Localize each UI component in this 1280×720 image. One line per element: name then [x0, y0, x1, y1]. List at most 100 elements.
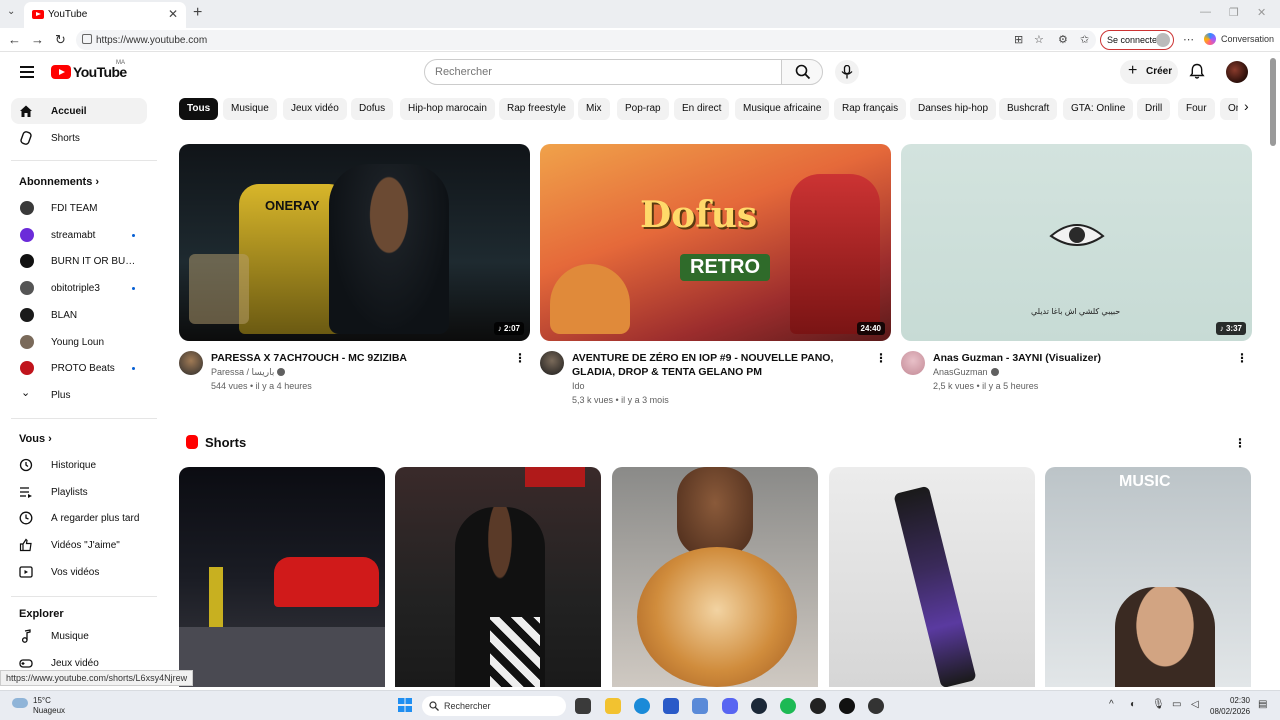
tray-overflow-icon[interactable]: ^	[1109, 699, 1114, 710]
back-icon[interactable]: ←	[8, 32, 21, 47]
sidebar-item-playlists[interactable]: Playlists	[11, 479, 147, 505]
extensions-icon[interactable]: ⚙	[1058, 33, 1068, 46]
windows-start-icon[interactable]	[398, 698, 412, 712]
minimize-icon[interactable]: —	[1200, 6, 1211, 18]
sidebar-item-musique[interactable]: Musique	[11, 623, 147, 649]
task-view-icon[interactable]	[575, 698, 591, 714]
browser-tab-youtube[interactable]: YouTube ✕	[24, 2, 186, 28]
spotify-icon[interactable]	[780, 698, 796, 714]
close-tab-icon[interactable]: ✕	[168, 7, 178, 21]
app-icon[interactable]	[810, 698, 826, 714]
scrollbar-thumb[interactable]	[1270, 58, 1276, 146]
favorites-icon[interactable]: ✩	[1080, 33, 1089, 46]
filter-chip[interactable]: Drill	[1137, 98, 1171, 120]
filter-chip[interactable]: Rap français	[834, 98, 907, 120]
video-thumbnail[interactable]: ONERAY ♪ 2:07	[179, 144, 530, 341]
short-thumbnail[interactable]	[179, 467, 385, 687]
sidebar-subscription-item[interactable]: Young Loun	[11, 329, 147, 355]
search-box[interactable]	[424, 59, 782, 85]
edge-icon[interactable]	[634, 698, 650, 714]
forward-icon[interactable]: →	[31, 32, 44, 47]
sidebar-item-accueil[interactable]: Accueil	[11, 98, 147, 124]
store-icon[interactable]	[663, 698, 679, 714]
close-window-icon[interactable]: ✕	[1257, 6, 1266, 19]
short-thumbnail[interactable]	[395, 467, 601, 687]
taskbar-search[interactable]: Rechercher	[422, 696, 566, 716]
video-menu-icon[interactable]: ⋮	[1236, 351, 1248, 365]
sidebar-subscription-item[interactable]: PROTO Beats	[11, 355, 147, 381]
filter-chip[interactable]: Musique africaine	[735, 98, 830, 120]
app-icon[interactable]	[692, 698, 708, 714]
sidebar-item-vid-os-j-aime[interactable]: Vidéos "J'aime"	[11, 532, 147, 558]
microphone-tray-icon[interactable]: 🎙	[1152, 699, 1165, 710]
filter-chip[interactable]: GTA: Online	[1063, 98, 1134, 120]
video-title[interactable]: Anas Guzman - 3AYNI (Visualizer)	[933, 351, 1233, 365]
chips-next-arrow-icon[interactable]: ›	[1238, 98, 1262, 120]
short-thumbnail[interactable]	[612, 467, 818, 687]
video-menu-icon[interactable]: ⋮	[875, 351, 887, 365]
discord-icon[interactable]	[722, 698, 738, 714]
video-menu-icon[interactable]: ⋮	[514, 351, 526, 365]
filter-chip[interactable]: Bushcraft	[999, 98, 1058, 120]
copilot-conversation-button[interactable]: Conversation	[1204, 33, 1274, 45]
menu-hamburger-icon[interactable]	[20, 66, 34, 81]
video-thumbnail[interactable]: حبيبي كلشي اش باغا تديلي ♪ 3:37	[901, 144, 1252, 341]
reload-icon[interactable]: ↻	[55, 32, 66, 48]
channel-name[interactable]: Ido	[572, 381, 585, 391]
filter-chip[interactable]: Hip-hop marocain	[400, 98, 495, 120]
filter-chip[interactable]: Rap freestyle	[499, 98, 574, 120]
video-title[interactable]: AVENTURE DE ZÉRO EN IOP #9 - NOUVELLE PA…	[572, 351, 872, 379]
filter-chip[interactable]: En direct	[674, 98, 730, 120]
sidebar-subscription-item[interactable]: BLAN	[11, 302, 147, 328]
sidebar-item-historique[interactable]: Historique	[11, 452, 147, 478]
app-available-icon[interactable]: ⊞	[1014, 33, 1023, 46]
site-info-icon[interactable]	[82, 34, 92, 44]
steam-icon[interactable]	[751, 698, 767, 714]
voice-search-button[interactable]	[835, 60, 859, 84]
filter-chip[interactable]: Dofus	[351, 98, 394, 120]
notifications-button[interactable]	[1189, 63, 1205, 85]
channel-name[interactable]: AnasGuzman	[933, 367, 999, 377]
sidebar-item-shorts[interactable]: Shorts	[11, 125, 147, 151]
shorts-menu-icon[interactable]: ⋮	[1234, 436, 1246, 450]
channel-avatar[interactable]	[179, 351, 203, 375]
maximize-icon[interactable]: ❐	[1229, 6, 1239, 19]
video-thumbnail[interactable]: Dofus RETRO 24:40	[540, 144, 891, 341]
filter-chip[interactable]: Danses hip-hop	[910, 98, 997, 120]
more-menu-icon[interactable]: ⋯	[1183, 33, 1194, 46]
short-thumbnail[interactable]: MUSIC	[1045, 467, 1251, 687]
filter-chip[interactable]: Tous	[179, 98, 219, 120]
search-input[interactable]	[435, 66, 765, 78]
account-avatar[interactable]	[1226, 61, 1248, 83]
page-scrollbar[interactable]	[1268, 52, 1280, 690]
sidebar-subscription-item[interactable]: streamabt	[11, 222, 147, 248]
search-button[interactable]	[781, 59, 823, 85]
clock[interactable]: 02:30 08/02/2026	[1210, 695, 1250, 717]
url-field[interactable]: https://www.youtube.com ⊞ ☆ ⚙ ✩	[76, 30, 1096, 50]
app-icon[interactable]	[868, 698, 884, 714]
sidebar-item-regarder-plus-tard[interactable]: À regarder plus tard	[11, 505, 147, 531]
tab-list-chevron-icon[interactable]: ⌄	[7, 6, 15, 17]
app-icon[interactable]	[839, 698, 855, 714]
filter-chip[interactable]: Pop-rap	[617, 98, 669, 120]
volume-icon[interactable]: ◁	[1191, 699, 1199, 710]
you-heading[interactable]: Vous ›	[19, 433, 52, 445]
channel-avatar[interactable]	[901, 351, 925, 375]
video-title[interactable]: PARESSA X 7ACH7OUCH - MC 9ZIZIBA	[211, 351, 511, 365]
filter-chip[interactable]: Musique	[223, 98, 277, 120]
create-button[interactable]: + Créer	[1120, 60, 1178, 84]
notification-center-icon[interactable]: ▤	[1258, 699, 1267, 710]
sidebar-item-more[interactable]: ⌄ Plus	[11, 382, 147, 408]
file-explorer-icon[interactable]	[605, 698, 621, 714]
new-tab-icon[interactable]: +	[193, 4, 202, 22]
filter-chip[interactable]: Jeux vidéo	[283, 98, 347, 120]
filter-chip[interactable]: Four	[1178, 98, 1215, 120]
short-thumbnail[interactable]	[829, 467, 1035, 687]
sidebar-subscription-item[interactable]: obitotriple3	[11, 275, 147, 301]
subscriptions-heading[interactable]: Abonnements ›	[19, 176, 99, 188]
channel-name[interactable]: Paressa / باريسا	[211, 367, 286, 378]
favorite-star-icon[interactable]: ☆	[1034, 33, 1044, 46]
channel-avatar[interactable]	[540, 351, 564, 375]
sign-in-button[interactable]: Se connecter	[1100, 30, 1174, 50]
filter-chip[interactable]: Mix	[578, 98, 610, 120]
